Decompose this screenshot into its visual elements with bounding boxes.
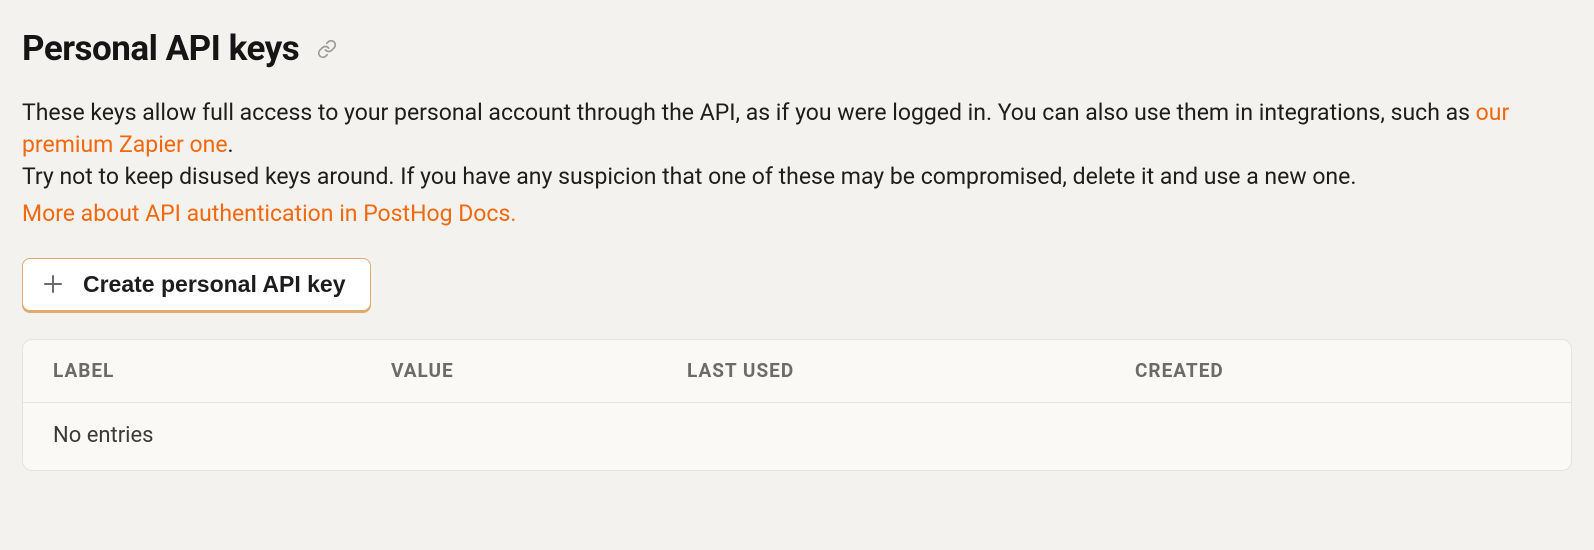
table-header-created: Created [1135,358,1541,385]
table-header-last-used: Last Used [687,358,1135,385]
link-icon[interactable] [317,39,337,59]
plus-icon [41,272,65,296]
table-body: No entries [23,403,1571,470]
table-header-value: Value [391,358,687,385]
docs-link[interactable]: More about API authentication in PostHog… [22,200,516,227]
description-text-2: Try not to keep disused keys around. If … [22,161,1572,193]
description-punct: . [228,131,234,158]
description-block: These keys allow full access to your per… [22,97,1572,194]
table-header-row: Label Value Last Used Created [23,340,1571,404]
page-title: Personal API keys [22,24,299,73]
create-button-label: Create personal API key [83,271,346,298]
create-api-key-button[interactable]: Create personal API key [22,258,371,311]
description-text-1: These keys allow full access to your per… [22,99,1476,126]
api-keys-table: Label Value Last Used Created No entries [22,339,1572,471]
table-empty-state: No entries [53,421,1541,452]
table-header-label: Label [53,358,391,385]
